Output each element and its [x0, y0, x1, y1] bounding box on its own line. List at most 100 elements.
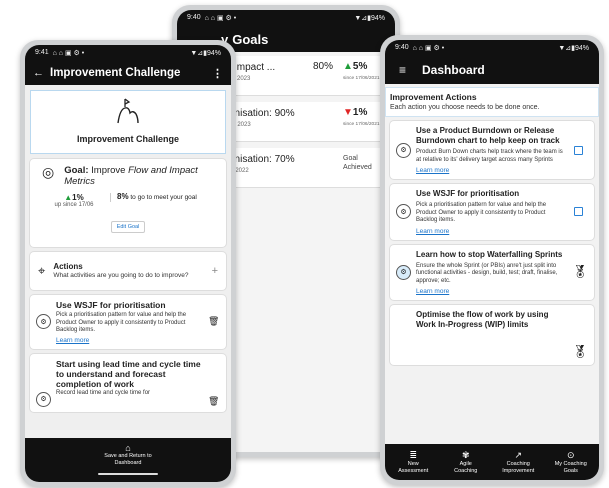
goal-card: ◎ Goal: Improve Flow and Impact Metrics …	[30, 159, 226, 247]
up-arrow-icon: ▲	[343, 61, 353, 72]
action-card[interactable]: ⚙ Use WSJF for prioritisation Pick a pri…	[390, 184, 594, 240]
more-options-icon[interactable]: ⋮	[212, 67, 223, 80]
goal-change: ▼1%	[343, 107, 368, 118]
delete-icon[interactable]: 🗑︎	[208, 316, 219, 327]
action-title: Use a Product Burndown or Release Burndo…	[416, 126, 560, 145]
save-label: Save and Return to Dashboard	[104, 453, 152, 466]
action-title: Optimise the flow of work by using Work …	[416, 310, 549, 329]
back-arrow-icon[interactable]: ←	[33, 67, 44, 79]
save-return-button[interactable]: ⌂ Save and Return to Dashboard	[98, 443, 158, 466]
mountain-icon	[117, 98, 139, 124]
assessment-icon: ≣	[409, 450, 418, 460]
action-checkbox[interactable]	[574, 207, 583, 217]
nav-my-coaching-goals[interactable]: ⊙ My Coaching Goals	[545, 450, 597, 474]
goals-icon: ⊙	[566, 450, 575, 460]
nav-agile-coaching[interactable]: ✾ Agile Coaching	[440, 450, 492, 474]
hero-title: Improvement Challenge	[76, 134, 180, 144]
actions-card[interactable]: ⌖ Actions What activities are you going …	[30, 252, 226, 290]
action-title: Use WSJF for prioritisation	[416, 189, 520, 198]
goal-since: since 17/06/2021	[343, 76, 380, 81]
action-title: Start using lead time and cycle time to …	[56, 358, 201, 389]
phone-dashboard: 9:40 ⌂ ⌂ ▣ ⚙ • ▼⊿▮94% ≡ Dashboard Improve…	[380, 35, 604, 485]
status-battery: ▼⊿▮94%	[190, 50, 221, 57]
home-icon: ⌂	[125, 443, 131, 453]
actions-prompt: What activities are you going to do to i…	[53, 272, 189, 279]
goal-since: up since 17/06	[54, 202, 94, 208]
nav-label: New Assessment	[398, 461, 429, 474]
action-description: Pick a prioritisation pattern for value …	[56, 312, 187, 333]
banner-title: Improvement Actions	[390, 92, 477, 102]
improvement-banner: Improvement Actions Each action you choo…	[385, 87, 599, 117]
action-icon: ⚙	[36, 314, 51, 330]
action-icon: ⚙	[396, 264, 411, 280]
map-pin-icon: ⌖	[38, 263, 46, 278]
status-bar: 9:40 ⌂ ⌂ ▣ ⚙ • ▼⊿▮94%	[385, 40, 599, 56]
action-card[interactable]: ⚙ Learn how to stop Waterfalling Sprints…	[390, 244, 594, 300]
status-time: 9:41	[35, 49, 49, 56]
learn-more-link[interactable]: Learn more	[416, 288, 566, 295]
goal-change: ▲1%	[64, 193, 84, 202]
medal-icon[interactable]: 🏅︎	[572, 344, 589, 360]
bottom-navigation: ≣ New Assessment ✾ Agile Coaching ↗ Coac…	[385, 444, 599, 480]
page-title: Dashboard	[422, 63, 485, 77]
action-icon: ⚙	[396, 204, 411, 220]
action-card[interactable]: ⚙ Use a Product Burndown or Release Burn…	[390, 121, 594, 179]
action-description: Record lead time and cycle time for	[56, 389, 151, 396]
medal-icon[interactable]: 🏅︎	[572, 264, 589, 280]
status-battery: ▼⊿▮94%	[354, 15, 385, 22]
action-title: Use WSJF for prioritisation	[56, 300, 166, 310]
learn-more-link[interactable]: Learn more	[56, 337, 202, 344]
edit-goal-button[interactable]: Edit Goal	[110, 221, 146, 233]
dashboard-screen: 9:40 ⌂ ⌂ ▣ ⚙ • ▼⊿▮94% ≡ Dashboard Improve…	[385, 40, 599, 480]
nav-new-assessment[interactable]: ≣ New Assessment	[387, 450, 439, 474]
goal-change: ▲5%	[343, 61, 368, 72]
dashboard-appbar: ≡ Dashboard	[385, 56, 599, 84]
goal-percent: 80%	[313, 61, 334, 72]
action-description: Pick a prioritisation pattern for value …	[416, 202, 547, 223]
challenge-appbar: ← Improvement Challenge ⋮	[25, 61, 231, 85]
action-title: Learn how to stop Waterfalling Sprints	[416, 249, 563, 259]
delete-icon[interactable]: 🗑︎	[208, 396, 219, 407]
nav-label: My Coaching Goals	[554, 461, 587, 474]
status-icons: ⌂ ⌂ ▣ ⚙ •	[412, 45, 445, 52]
challenge-screen: 9:41 ⌂ ⌂ ▣ ⚙ • ▼⊿▮94% ← Improvement Chall…	[25, 45, 231, 482]
nav-coaching-improvement[interactable]: ↗ Coaching Improvement	[492, 450, 544, 474]
nav-label: Agile Coaching	[454, 461, 478, 474]
actions-title: Actions	[53, 262, 83, 271]
action-card[interactable]: ⚙ Use WSJF for prioritisation Pick a pri…	[30, 295, 226, 349]
improvement-icon: ↗	[514, 450, 523, 460]
goal-text: Improve	[91, 165, 129, 176]
save-bar: ⌂ Save and Return to Dashboard	[25, 438, 231, 482]
goal-since: since 17/06/2021	[343, 122, 380, 127]
nav-label: Coaching Improvement	[502, 461, 535, 474]
action-checkbox[interactable]	[574, 145, 583, 155]
status-icons: ⌂ ⌂ ▣ ⚙ •	[52, 50, 85, 57]
learn-more-link[interactable]: Learn more	[416, 228, 568, 235]
goal-label: Goal:	[64, 165, 89, 176]
status-bar: 9:41 ⌂ ⌂ ▣ ⚙ • ▼⊿▮94%	[25, 45, 231, 61]
status-battery: ▼⊿▮94%	[558, 45, 589, 52]
goal-remaining-text: to go to meet your goal	[130, 194, 197, 201]
coaching-icon: ✾	[461, 450, 470, 460]
status-time: 9:40	[395, 44, 409, 51]
status-bar: 9:40 ⌂ ⌂ ▣ ⚙ • ▼⊿▮94%	[177, 10, 395, 26]
page-title: Goals	[232, 31, 269, 47]
action-card[interactable]: ⚙ Start using lead time and cycle time t…	[30, 353, 226, 412]
learn-more-link[interactable]: Learn more	[416, 167, 568, 174]
action-icon: ⚙	[36, 391, 51, 407]
add-action-button[interactable]: +	[212, 265, 218, 277]
status-icons: ⌂ ⌂ ▣ ⚙ •	[204, 15, 237, 22]
home-indicator	[98, 472, 158, 475]
status-time: 9:40	[187, 14, 201, 21]
action-card[interactable]: Optimise the flow of work by using Work …	[390, 305, 594, 365]
action-icon: ⚙	[396, 142, 411, 158]
action-description: Product Burn Down charts help track wher…	[416, 149, 563, 163]
banner-subtitle: Each action you choose needs to be done …	[390, 104, 540, 111]
menu-icon[interactable]: ≡	[399, 63, 406, 77]
action-description: Ensure the whole Sprint (or PBIs) anre't…	[416, 262, 558, 284]
goal-remaining: 8%	[117, 192, 129, 201]
challenge-hero: Improvement Challenge	[30, 90, 226, 154]
down-arrow-icon: ▼	[343, 107, 353, 118]
up-arrow-icon: ▲	[64, 193, 73, 202]
target-icon: ◎	[42, 164, 55, 180]
